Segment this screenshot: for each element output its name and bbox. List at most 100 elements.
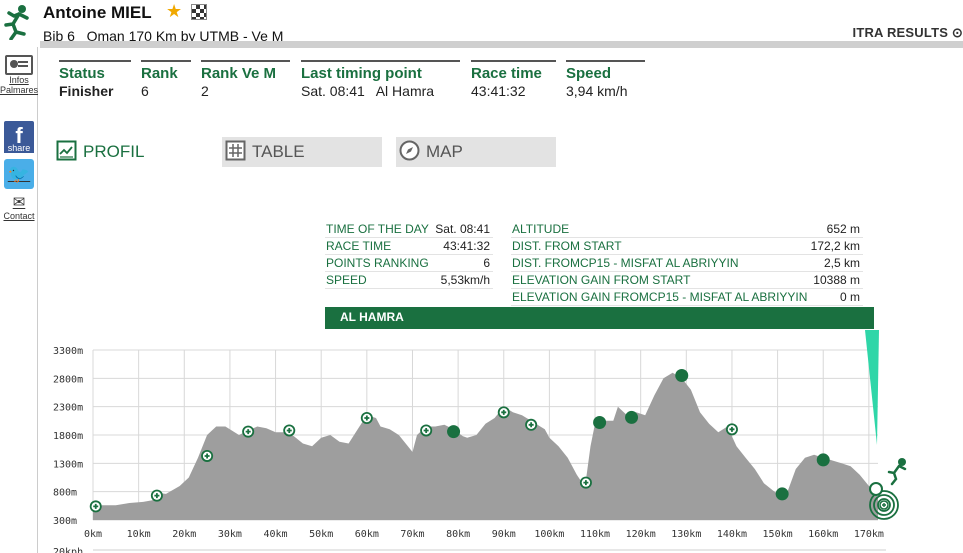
infos-label: Infos (9, 75, 29, 85)
elevation-profile-area (93, 372, 878, 520)
aid-station-marker[interactable] (283, 424, 296, 437)
stat-label: Status (59, 65, 105, 82)
y-tick-label: 1800m (53, 431, 83, 442)
favorite-star-icon[interactable]: ★ (166, 1, 182, 22)
checkered-flag-icon[interactable] (191, 4, 207, 20)
info-value: 10388 m (813, 273, 860, 287)
info-value: Sat. 08:41 (435, 222, 490, 236)
itra-results-link[interactable]: ITRA RESULTS ⊙ (853, 25, 963, 41)
x-tick-label: 0km (84, 529, 102, 540)
aid-station-marker[interactable] (201, 449, 214, 462)
info-key: RACE TIME (326, 239, 392, 253)
x-tick-label: 60km (355, 529, 379, 540)
y-tick-label: 1300m (53, 459, 83, 470)
stat-label: Last timing point (301, 65, 422, 82)
stat-value: 6 (141, 83, 149, 99)
info-altitude: ALTITUDE 652 m (511, 221, 863, 238)
aid-station-marker[interactable] (242, 425, 255, 438)
timing-point-marker[interactable] (625, 410, 639, 424)
info-key: DIST. FROMCP15 - MISFAT AL ABRIYYIN (512, 256, 739, 270)
info-value: 43:41:32 (443, 239, 490, 253)
position-pointer (865, 330, 879, 445)
athlete-name: Antoine MIEL (43, 3, 152, 22)
mail-icon: ✉ (12, 194, 26, 211)
timing-point-marker[interactable] (593, 416, 607, 430)
header-divider (40, 41, 963, 48)
aid-station-marker[interactable] (420, 424, 433, 437)
aid-station-marker[interactable] (497, 406, 510, 419)
x-tick-label: 150km (763, 529, 793, 540)
contact-label: Contact (3, 211, 35, 221)
position-dot (869, 482, 883, 496)
timing-point-marker[interactable] (775, 487, 789, 501)
runner-body (887, 464, 907, 486)
info-race-time: RACE TIME 43:41:32 (325, 238, 493, 255)
x-tick-label: 140km (717, 529, 747, 540)
info-elevation-gain-cp: ELEVATION GAIN FROMCP15 - MISFAT AL ABRI… (511, 289, 863, 306)
stat-value: 43:41:32 (471, 83, 526, 99)
x-tick-label: 120km (626, 529, 656, 540)
share-label: share (4, 143, 34, 153)
timing-point-name-bar: AL HAMRA (325, 307, 874, 329)
runner-icon (4, 5, 29, 40)
stat-value: 3,94 km/h (566, 83, 628, 99)
info-time-of-day: TIME OF THE DAY Sat. 08:41 (325, 221, 493, 238)
x-tick-label: 130km (671, 529, 701, 540)
info-value: 2,5 km (823, 256, 860, 270)
x-tick-label: 90km (492, 529, 516, 540)
aid-station-marker[interactable] (725, 423, 738, 436)
tab-table[interactable]: TABLE (222, 137, 382, 167)
aid-station-marker[interactable] (360, 412, 373, 424)
stat-label: Rank Ve M (201, 65, 277, 82)
twitter-icon: 🐦 (4, 159, 34, 189)
id-card-icon (5, 55, 33, 75)
tab-map[interactable]: MAP (396, 137, 556, 167)
x-tick-label: 70km (400, 529, 424, 540)
arrow-circle-icon: ⊙ (951, 25, 963, 40)
y-tick-label: 2800m (53, 374, 83, 385)
contact-button[interactable]: ✉ Contact (0, 194, 38, 222)
x-tick-label: 160km (808, 529, 838, 540)
header: Antoine MIEL ★ Bib 6 Oman 170 Km by UTMB… (0, 0, 963, 48)
stat-label: Race time (471, 65, 542, 82)
stat-value: Sat. 08:41 Al Hamra (301, 83, 435, 99)
elevation-profile-chart[interactable]: 3300m 2800m 2300m 1800m 1300m 800m 300m 0km 10k… (0, 330, 963, 553)
y-tick-label: 300m (53, 516, 77, 527)
twitter-share-button[interactable]: 🐦 (0, 159, 38, 189)
info-key: POINTS RANKING (326, 256, 429, 270)
timing-point-marker[interactable] (675, 369, 689, 382)
aid-station-marker[interactable] (150, 489, 163, 502)
stat-label: Rank (141, 65, 178, 82)
runner-position-icon (887, 458, 907, 486)
info-dist-from-start: DIST. FROM START 172,2 km (511, 238, 863, 255)
info-elevation-gain-start: ELEVATION GAIN FROM START 10388 m (511, 272, 863, 289)
info-key: ALTITUDE (512, 222, 570, 236)
x-tick-label: 10km (127, 529, 151, 540)
info-value: 0 m (839, 290, 860, 304)
table-grid-icon (225, 140, 246, 161)
stat-value: 2 (201, 83, 209, 99)
timing-point-marker[interactable] (816, 453, 830, 467)
x-tick-label: 170km (854, 529, 884, 540)
aid-station-marker[interactable] (525, 418, 538, 431)
y-tick-label: 2300m (53, 403, 83, 414)
stat-last-timing-point: Last timing point Sat. 08:41 Al Hamra (301, 60, 460, 99)
tab-map-label: MAP (426, 142, 463, 161)
timing-point-marker[interactable] (447, 425, 461, 439)
x-tick-label: 20km (172, 529, 196, 540)
info-points-ranking: POINTS RANKING 6 (325, 255, 493, 272)
compass-icon (399, 140, 420, 161)
x-tick-label: 100km (534, 529, 564, 540)
stat-label: Speed (566, 65, 612, 82)
y-tick-label: 800m (53, 488, 77, 499)
infos-palmares-button[interactable]: Infos Palmares (0, 55, 38, 95)
tab-profil[interactable]: PROFIL (53, 137, 203, 167)
profile-chart-icon (56, 140, 77, 161)
x-tick-label: 30km (218, 529, 242, 540)
aid-station-marker[interactable] (89, 500, 102, 513)
info-key: ELEVATION GAIN FROMCP15 - MISFAT AL ABRI… (512, 290, 808, 304)
palmares-label: Palmares (0, 85, 39, 95)
aid-station-marker[interactable] (579, 476, 592, 489)
itra-results-label: ITRA RESULTS (852, 25, 949, 40)
info-dist-from-cp: DIST. FROMCP15 - MISFAT AL ABRIYYIN 2,5 … (511, 255, 863, 272)
